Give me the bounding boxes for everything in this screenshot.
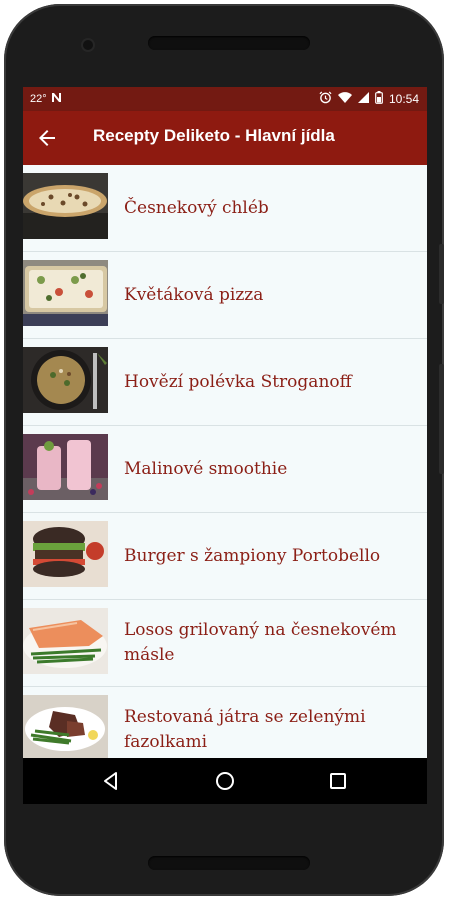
temperature-text: 22° — [30, 93, 47, 105]
salmon-thumbnail — [23, 608, 108, 674]
back-triangle-icon[interactable] — [100, 770, 122, 792]
volume-button — [439, 244, 444, 304]
signal-icon — [357, 92, 369, 106]
garlic-bread-thumbnail — [23, 173, 108, 239]
recipe-item-burger[interactable]: Burger s žampiony Portobello — [23, 513, 427, 600]
recipe-title: Losos grilovaný na česnekovém másle — [124, 620, 397, 665]
recipe-item-garlic-bread[interactable]: Česnekový chléb — [23, 165, 427, 252]
soup-thumbnail — [23, 347, 108, 413]
recipe-item-soup[interactable]: Hovězí polévka Stroganoff — [23, 339, 427, 426]
smoothie-thumbnail — [23, 434, 108, 500]
recipe-title: Česnekový chléb — [124, 197, 269, 218]
liver-thumbnail — [23, 695, 108, 758]
screen: 22° 10:54 Recepty Deliketo - Hlavní jídl… — [23, 87, 427, 804]
top-speaker — [148, 36, 310, 50]
recipe-item-salmon[interactable]: Losos grilovaný na česnekovém másle — [23, 600, 427, 687]
system-navigation-bar — [23, 758, 427, 804]
cauliflower-pizza-thumbnail — [23, 260, 108, 326]
recents-square-icon[interactable] — [327, 770, 349, 792]
n-icon — [51, 92, 62, 106]
clock-text: 10:54 — [388, 92, 419, 106]
recipe-item-liver[interactable]: Restovaná játra se zelenými fazolkami — [23, 687, 427, 758]
recipe-list: Česnekový chléb Květáková pizza Hovězí p… — [23, 165, 427, 758]
front-camera — [83, 40, 93, 50]
recipe-title: Burger s žampiony Portobello — [124, 545, 381, 566]
bottom-speaker — [148, 856, 310, 870]
recipe-item-smoothie[interactable]: Malinové smoothie — [23, 426, 427, 513]
battery-icon — [375, 91, 383, 107]
page-title: Recepty Deliketo - Hlavní jídla — [93, 126, 335, 145]
burger-thumbnail — [23, 521, 108, 587]
status-bar: 22° 10:54 — [23, 87, 427, 111]
alarm-icon — [319, 91, 332, 107]
recipe-item-cauliflower-pizza[interactable]: Květáková pizza — [23, 252, 427, 339]
power-button — [439, 364, 444, 474]
recipe-title: Květáková pizza — [124, 284, 264, 305]
recipe-title: Hovězí polévka Stroganoff — [124, 371, 352, 392]
wifi-icon — [337, 91, 352, 107]
home-circle-icon[interactable] — [214, 770, 236, 792]
back-arrow-icon[interactable] — [35, 126, 59, 150]
recipe-title: Malinové smoothie — [124, 458, 288, 479]
recipe-title: Restovaná játra se zelenými fazolkami — [124, 707, 366, 752]
app-bar: Recepty Deliketo - Hlavní jídla — [23, 111, 427, 165]
